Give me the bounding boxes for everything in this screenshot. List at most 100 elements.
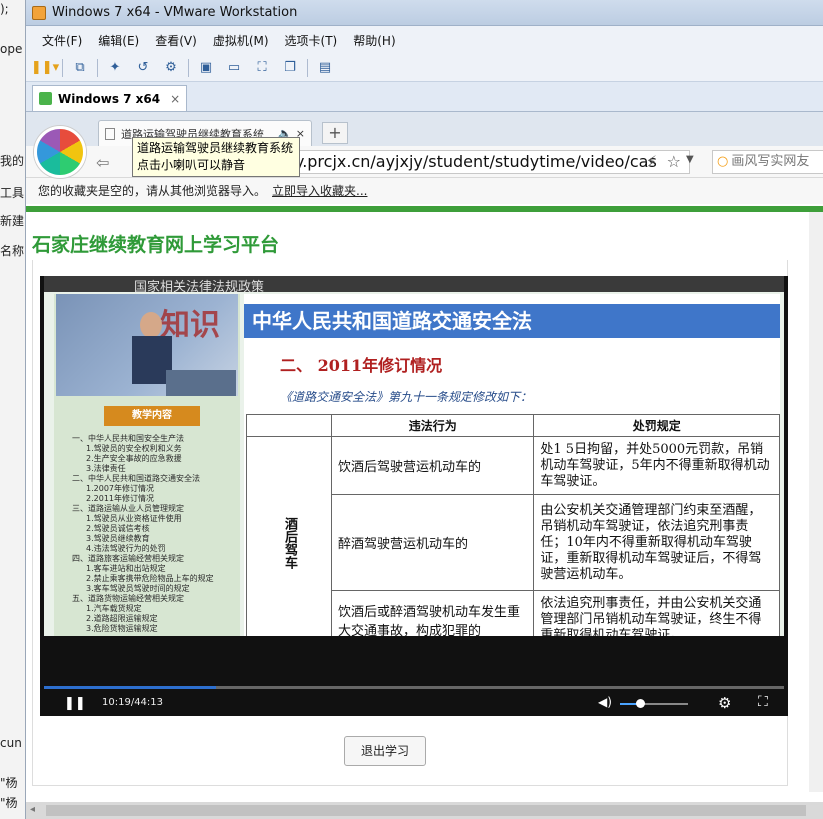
console-view-icon[interactable]: ▭ — [223, 58, 245, 78]
search-icon: ○ — [717, 154, 729, 169]
lecturer-head — [140, 312, 162, 338]
toc-item: 1.汽车载货规定 — [86, 604, 142, 613]
fullscreen-icon[interactable]: ⛶ — [758, 694, 768, 710]
table-act-cell: 醉酒驾驶营运机动车的 — [330, 494, 535, 591]
toc-item: 一、中华人民共和国安全生产法 — [72, 434, 184, 443]
host-text-fragment: "杨 — [0, 776, 18, 790]
vm-icon — [39, 92, 52, 105]
toc-item: 3.危险货物运输规定 — [86, 624, 158, 633]
volume-slider[interactable] — [620, 699, 688, 708]
host-text-fragment: ope — [0, 42, 23, 56]
table-header-penalty: 处罚规定 — [533, 414, 780, 437]
table-row: 酒后驾车 饮酒后驾驶营运机动车的 处1 5日拘留，并处5000元罚款，吊销机动车… — [246, 436, 780, 636]
menu-tabs[interactable]: 选项卡(T) — [277, 32, 346, 49]
toolbar-divider — [62, 58, 63, 77]
toc-item: 四、道路旅客运输经营相关规定 — [72, 554, 184, 563]
vertical-scrollbar[interactable] — [809, 212, 823, 792]
volume-knob[interactable] — [636, 699, 645, 708]
host-desktop-strip: ); ope 我的 工具 新建 名称 cun "杨 "杨 — [0, 0, 26, 819]
lecturer-image: 知识 — [56, 294, 238, 396]
toolbar-divider — [307, 58, 308, 77]
title-bar: Windows 7 x64 - VMware Workstation — [26, 0, 823, 26]
back-arrow-icon[interactable]: ⇦ — [96, 153, 109, 172]
gear-icon[interactable]: ⚙ — [718, 694, 731, 712]
scroll-left-icon[interactable]: ◂ — [30, 804, 35, 815]
pause-icon[interactable]: ❚❚ — [64, 696, 86, 711]
toc-item: 2.禁止乘客携带危险物品上车的规定 — [86, 574, 214, 583]
video-player[interactable]: 国家相关法律法规政策 知识 教学内容 一、中华人民共和国安全生产法 1.驾驶员的安… — [40, 276, 788, 716]
tab-tooltip: 道路运输驾驶员继续教育系统 点击小喇叭可以静音 — [132, 137, 300, 177]
revert-snapshot-icon[interactable]: ↺ — [132, 58, 154, 78]
host-text-fragment: 新建 — [0, 214, 24, 228]
menu-vm[interactable]: 虚拟机(M) — [205, 32, 277, 49]
slide-main: 中华人民共和国道路交通安全法 二、 2011年修订情况 《道路交通安全法》第九十… — [244, 294, 780, 636]
new-tab-button[interactable]: + — [322, 122, 348, 144]
chevron-down-icon[interactable]: ▼ — [686, 154, 694, 165]
window-title: Windows 7 x64 - VMware Workstation — [52, 5, 298, 20]
guest-browser: 道路运输驾驶员继续教育系统 🔈 × + ⇦ y.prcjx.cn/ayjxjy/… — [26, 112, 823, 819]
toc-item: 1.2007年修订情况 — [86, 484, 154, 493]
table-act-cell: 饮酒后驾驶营运机动车的 — [330, 436, 535, 495]
slide-left-panel: 知识 教学内容 一、中华人民共和国安全生产法 1.驾驶员的安全权利和义务 2.生产安… — [54, 294, 240, 636]
host-text-fragment: 我的 — [0, 154, 24, 168]
snapshot-icon[interactable]: ✦ — [104, 58, 126, 78]
host-text-fragment: "杨 — [0, 796, 18, 810]
lecturer-desk — [166, 370, 236, 396]
favorites-bar: 您的收藏夹是空的，请从其他浏览器导入。 立即导入收藏夹... — [26, 178, 823, 204]
bolt-icon[interactable]: ⚡ — [646, 151, 657, 173]
star-icon[interactable]: ☆ — [667, 151, 681, 173]
video-frame: 国家相关法律法规政策 知识 教学内容 一、中华人民共和国安全生产法 1.驾驶员的安… — [44, 276, 784, 636]
toc-item: 1.驾驶员的安全权利和义务 — [86, 444, 182, 453]
exit-study-button[interactable]: 退出学习 — [344, 736, 426, 766]
scroll-thumb[interactable] — [46, 805, 806, 816]
toc-list: 一、中华人民共和国安全生产法 1.驾驶员的安全权利和义务 2.生产安全事故的应急救援… — [72, 434, 238, 634]
unity-icon[interactable]: ❐ — [279, 58, 301, 78]
toc-item: 2.驾驶员诚信考核 — [86, 524, 150, 533]
player-controls: ❚❚ 10:19/44:13 ◀) ⚙ ⛶ — [40, 692, 788, 716]
slide-note: 《道路交通安全法》第九十一条规定修改如下： — [280, 390, 533, 404]
vm-tab-strip: Windows 7 x64 × — [26, 82, 823, 112]
progress-bar[interactable] — [44, 686, 784, 689]
toc-item: 3.法律责任 — [86, 464, 126, 473]
host-text-fragment: 名称 — [0, 244, 24, 258]
site-title: 石家庄继续教育网上学习平台 — [32, 234, 280, 256]
vm-tab-label: Windows 7 x64 — [58, 91, 161, 106]
snapshot-manager-icon[interactable]: ⚙ — [160, 58, 182, 78]
table-penalty-cell: 依法追究刑事责任，并由公安机关交通管理部门吊销机动车驾驶证，终生不得重新取得机动… — [533, 590, 780, 636]
table-header-act: 违法行为 — [330, 414, 535, 437]
sidebar-toggle-icon[interactable]: ▣ — [195, 58, 217, 78]
tooltip-line-2: 点击小喇叭可以静音 — [137, 158, 246, 172]
browser-logo[interactable] — [34, 126, 86, 178]
time-display: 10:19/44:13 — [102, 697, 164, 708]
fullscreen-mode-icon[interactable]: ⛶ — [251, 58, 273, 78]
menu-view[interactable]: 查看(V) — [147, 32, 205, 49]
speaker-icon[interactable]: ◀) — [598, 695, 612, 709]
menu-bar: 文件(F) 编辑(E) 查看(V) 虚拟机(M) 选项卡(T) 帮助(H) — [26, 26, 823, 54]
toc-item: 二、中华人民共和国道路交通安全法 — [72, 474, 200, 483]
toolbar-divider — [97, 58, 98, 77]
menu-file[interactable]: 文件(F) — [34, 32, 90, 49]
close-icon[interactable]: × — [170, 92, 180, 106]
favorites-empty-text: 您的收藏夹是空的，请从其他浏览器导入。 — [38, 184, 267, 198]
vmware-app-icon — [32, 5, 46, 20]
search-placeholder: 画风写实网友 — [731, 154, 810, 169]
table-penalty-cell: 由公安机关交通管理部门约束至酒醒，吊销机动车驾驶证，依法追究刑事责任；10年内不… — [533, 494, 780, 591]
menu-edit[interactable]: 编辑(E) — [90, 32, 147, 49]
suspend-icon[interactable]: ❚❚▾ — [31, 58, 59, 78]
toc-item: 1.客车进站和出站规定 — [86, 564, 166, 573]
search-input[interactable]: ○ 画风写实网友 — [712, 150, 823, 174]
url-text: y.prcjx.cn/ayjxjy/student/studytime/vide… — [295, 152, 657, 171]
host-text-fragment: cun — [0, 736, 22, 750]
network-icon[interactable]: ⧉ — [69, 58, 91, 78]
thumbnail-view-icon[interactable]: ▤ — [314, 58, 336, 78]
toc-item: 三、道路运输从业人员管理规定 — [72, 504, 184, 513]
menu-help[interactable]: 帮助(H) — [345, 32, 403, 49]
header-accent-line — [26, 206, 823, 212]
vm-tab-windows7[interactable]: Windows 7 x64 × — [32, 85, 188, 111]
page-icon — [105, 127, 115, 140]
host-text-fragment: ); — [0, 2, 9, 16]
toolbar-divider — [188, 58, 189, 77]
horizontal-scrollbar[interactable]: ◂ — [26, 802, 823, 819]
import-favorites-link[interactable]: 立即导入收藏夹... — [272, 184, 367, 198]
toc-item: 2.生产安全事故的应急救援 — [86, 454, 182, 463]
